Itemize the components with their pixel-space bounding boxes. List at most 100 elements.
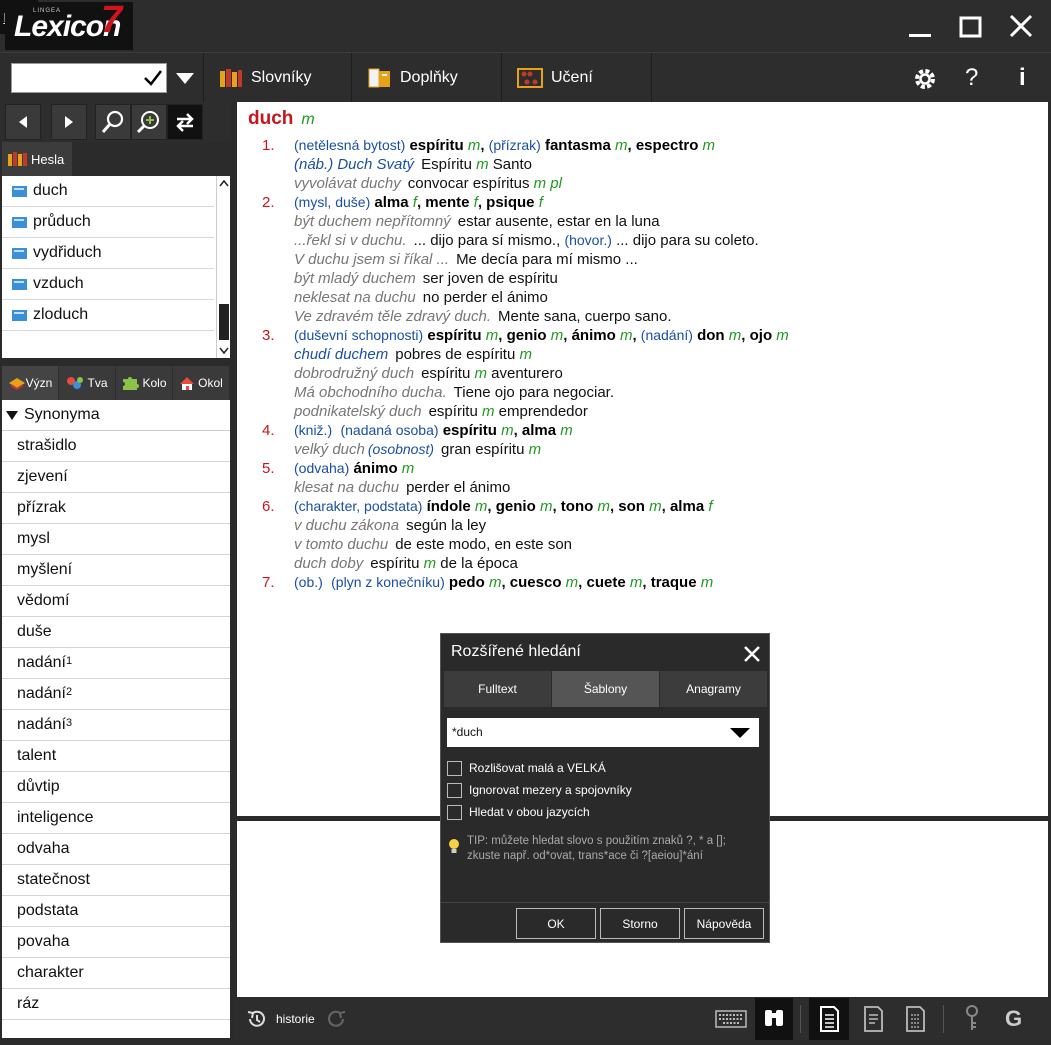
phrase[interactable]: neklesat na duchu xyxy=(294,289,416,306)
translation[interactable]: cuete xyxy=(587,574,626,591)
tab-hesla[interactable]: Hesla xyxy=(2,142,72,176)
help-button[interactable]: Nápověda xyxy=(684,908,764,939)
synonym-item[interactable]: strašidlo xyxy=(2,431,230,462)
list-item[interactable]: zloduch xyxy=(2,300,214,331)
extended-search-button[interactable] xyxy=(131,104,167,140)
forward-button[interactable] xyxy=(51,104,87,140)
phrase[interactable]: být duchem nepřítomný xyxy=(294,213,451,230)
list-item[interactable]: vydřiduch xyxy=(2,238,214,269)
phrase[interactable]: podnikatelský duch xyxy=(294,403,422,420)
translation[interactable]: alma xyxy=(670,498,704,515)
translation[interactable]: genio xyxy=(496,498,536,515)
document-list-icon[interactable] xyxy=(897,998,933,1040)
phrase[interactable]: klesat na duchu xyxy=(294,479,399,496)
translation[interactable]: espectro xyxy=(636,137,699,154)
phrase[interactable]: Má obchodního ducha. xyxy=(294,384,447,401)
tab-okoli[interactable]: Okol xyxy=(173,366,229,400)
phrase[interactable]: vyvolávat duchy xyxy=(294,175,401,192)
phrase[interactable]: V duchu jsem si říkal ... xyxy=(294,251,449,268)
document-brief-icon[interactable] xyxy=(855,998,891,1040)
synonym-item[interactable]: podstata xyxy=(2,896,230,927)
phrase[interactable]: ...řekl si v duchu. xyxy=(294,232,407,249)
translation[interactable]: cuesco xyxy=(510,574,562,591)
minimize-button[interactable] xyxy=(906,10,936,44)
tab-tvary[interactable]: Tva xyxy=(59,366,115,400)
synonym-item[interactable]: myšlení xyxy=(2,555,230,586)
tab-uceni[interactable]: Učení xyxy=(501,53,651,103)
history-button[interactable]: historie xyxy=(245,1008,315,1030)
translation[interactable]: fantasma xyxy=(545,137,611,154)
translation[interactable]: espíritu xyxy=(427,327,481,344)
tab-slovniky[interactable]: Slovníky xyxy=(203,53,351,103)
cancel-button[interactable]: Storno xyxy=(600,908,680,939)
checkbox-box[interactable] xyxy=(447,760,462,776)
translation[interactable]: psique xyxy=(486,194,534,211)
settings-gear-icon[interactable] xyxy=(911,65,939,93)
both-languages-checkbox[interactable]: Hledat v obou jazycích xyxy=(447,804,590,820)
synonym-item[interactable]: vědomí xyxy=(2,586,230,617)
phrase[interactable]: být mladý duchem xyxy=(294,270,416,287)
synonym-item[interactable]: mysl xyxy=(2,524,230,555)
translation[interactable]: mente xyxy=(425,194,469,211)
search-button[interactable] xyxy=(95,104,131,140)
synonym-item[interactable]: nadání 1 xyxy=(2,648,230,679)
translation[interactable]: alma xyxy=(522,422,556,439)
help-icon[interactable]: ? xyxy=(965,64,978,92)
synonym-item[interactable]: talent xyxy=(2,741,230,772)
maximize-button[interactable] xyxy=(956,10,986,44)
info-icon[interactable]: i xyxy=(1019,64,1026,92)
translation[interactable]: espíritu xyxy=(409,137,463,154)
pattern-select[interactable]: *duch xyxy=(447,718,759,747)
ignore-spaces-checkbox[interactable]: Ignorovat mezery a spojovníky xyxy=(447,782,632,798)
tab-fulltext[interactable]: Fulltext xyxy=(444,671,551,707)
synonym-item[interactable]: povaha xyxy=(2,927,230,958)
translation[interactable]: traque xyxy=(651,574,697,591)
synonym-item[interactable]: duše xyxy=(2,617,230,648)
ok-button[interactable]: OK xyxy=(516,908,596,939)
phrase[interactable]: duch doby xyxy=(294,555,363,572)
checkbox-box[interactable] xyxy=(447,782,462,798)
redo-icon[interactable] xyxy=(326,1008,348,1030)
phrase[interactable]: dobrodružný duch xyxy=(294,365,414,382)
tab-kolokace[interactable]: Kolo xyxy=(116,366,172,400)
synonyms-header[interactable]: Synonyma xyxy=(2,400,230,431)
phrase[interactable]: v tomto duchu xyxy=(294,536,388,553)
synonym-item[interactable]: ráz xyxy=(2,989,230,1020)
phrase[interactable]: velký duch xyxy=(294,441,365,458)
translation[interactable]: tono xyxy=(561,498,593,515)
synonym-item[interactable]: inteligence xyxy=(2,803,230,834)
translation[interactable]: índole xyxy=(427,498,471,515)
translation[interactable]: alma xyxy=(374,194,408,211)
chevron-down-icon[interactable] xyxy=(175,72,195,86)
key-icon[interactable] xyxy=(957,998,987,1040)
word-list-scrollbar[interactable] xyxy=(216,176,230,358)
binoculars-button[interactable] xyxy=(755,998,793,1040)
view-full-button[interactable] xyxy=(809,998,849,1040)
translation[interactable]: son xyxy=(618,498,645,515)
checkbox-box[interactable] xyxy=(447,804,462,820)
synonym-item[interactable]: zjevení xyxy=(2,462,230,493)
tab-anagramy[interactable]: Anagramy xyxy=(660,671,767,707)
translation[interactable]: pedo xyxy=(449,574,485,591)
close-icon[interactable] xyxy=(743,645,761,663)
tab-doplnky[interactable]: Doplňky xyxy=(351,53,501,103)
synonym-item[interactable]: statečnost xyxy=(2,865,230,896)
back-button[interactable] xyxy=(5,104,41,140)
tab-vyznam[interactable]: Význ xyxy=(2,366,58,400)
list-item[interactable]: duch xyxy=(2,176,214,207)
close-button[interactable] xyxy=(1006,10,1036,44)
translation[interactable]: don xyxy=(697,327,725,344)
synonym-item[interactable]: charakter xyxy=(2,958,230,989)
translation[interactable]: genio xyxy=(507,327,547,344)
keyboard-icon[interactable] xyxy=(715,1009,747,1029)
phrase[interactable]: v duchu zákona xyxy=(294,517,399,534)
translation[interactable]: ojo xyxy=(750,327,773,344)
phrase[interactable]: (náb.) Duch Svatý xyxy=(294,156,414,173)
list-item[interactable]: průduch xyxy=(2,207,214,238)
search-input[interactable] xyxy=(11,63,167,93)
swap-direction-button[interactable] xyxy=(167,104,203,140)
synonym-item[interactable]: přízrak xyxy=(2,493,230,524)
translation[interactable]: ánimo xyxy=(572,327,616,344)
translation[interactable]: espíritu xyxy=(443,422,497,439)
list-item[interactable]: vzduch xyxy=(2,269,214,300)
